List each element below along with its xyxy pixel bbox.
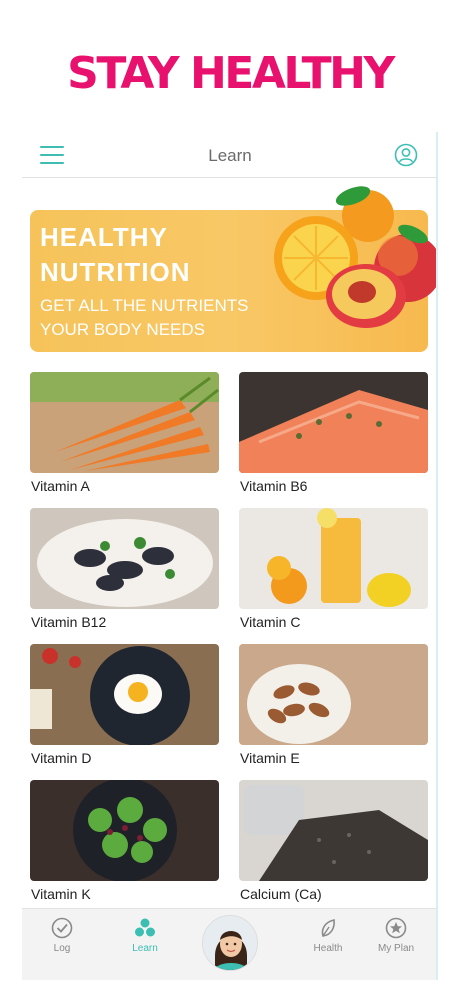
bottom-tab-bar: Log Learn Health My Plan [22,908,436,980]
star-circle-icon [385,917,407,939]
tab-log[interactable]: Log [32,917,92,957]
tab-label: My Plan [377,943,415,954]
banner-subtitle: GET ALL THE NUTRIENTS YOUR BODY NEEDS [40,294,290,342]
tab-my-plan[interactable]: My Plan [366,917,426,957]
card-vitamin-b12[interactable]: Vitamin B12 [30,508,219,638]
banner-subtitle-line2: YOUR BODY NEEDS [40,320,206,339]
card-calcium[interactable]: Calcium (Ca) [239,780,428,910]
carrots-image [30,372,219,473]
card-label: Vitamin C [240,614,301,630]
leaf-icon [321,919,335,937]
chia-seeds-image [239,780,428,881]
banner-title-line2: NUTRITION [40,257,191,287]
card-vitamin-b6[interactable]: Vitamin B6 [239,372,428,502]
card-label: Vitamin B12 [31,614,107,630]
almonds-image [239,644,428,745]
card-label: Vitamin B6 [240,478,308,494]
tab-label: Log [53,943,71,954]
card-vitamin-d[interactable]: Vitamin D [30,644,219,774]
card-vitamin-a[interactable]: Vitamin A [30,372,219,502]
tab-health[interactable]: Health [298,917,358,957]
banner-subtitle-line1: GET ALL THE NUTRIENTS [40,296,249,315]
account-icon[interactable] [394,143,418,167]
card-label: Vitamin D [31,750,92,766]
avatar [203,916,257,970]
card-label: Vitamin E [240,750,300,766]
card-vitamin-c[interactable]: Vitamin C [239,508,428,638]
banner-title-line1: HEALTHY [40,222,168,252]
fruit-illustration [274,186,436,328]
egg-image [30,644,219,745]
card-vitamin-e[interactable]: Vitamin E [239,644,428,774]
card-label: Vitamin A [31,478,90,494]
banner-title: HEALTHY NUTRITION [40,220,280,290]
dots-cluster-icon [135,918,155,937]
tab-learn[interactable]: Learn [115,917,175,957]
card-label: Vitamin K [31,886,91,902]
tab-label: Health [313,943,343,954]
citrus-image [239,508,428,609]
app-header: Learn [22,132,436,178]
card-vitamin-k[interactable]: Vitamin K [30,780,219,910]
promo-headline: STAY HEALTHY [67,48,395,99]
salmon-image [239,372,428,473]
profile-avatar-button[interactable] [202,915,258,971]
mussels-image [30,508,219,609]
check-circle-icon [51,917,73,939]
card-label: Calcium (Ca) [240,886,322,902]
tab-label: Learn [132,943,158,954]
greens-image [30,780,219,881]
page-title: Learn [208,146,252,165]
app-screen: Learn HEALTHY NUTRITION GET ALL THE NUTR… [22,132,438,980]
